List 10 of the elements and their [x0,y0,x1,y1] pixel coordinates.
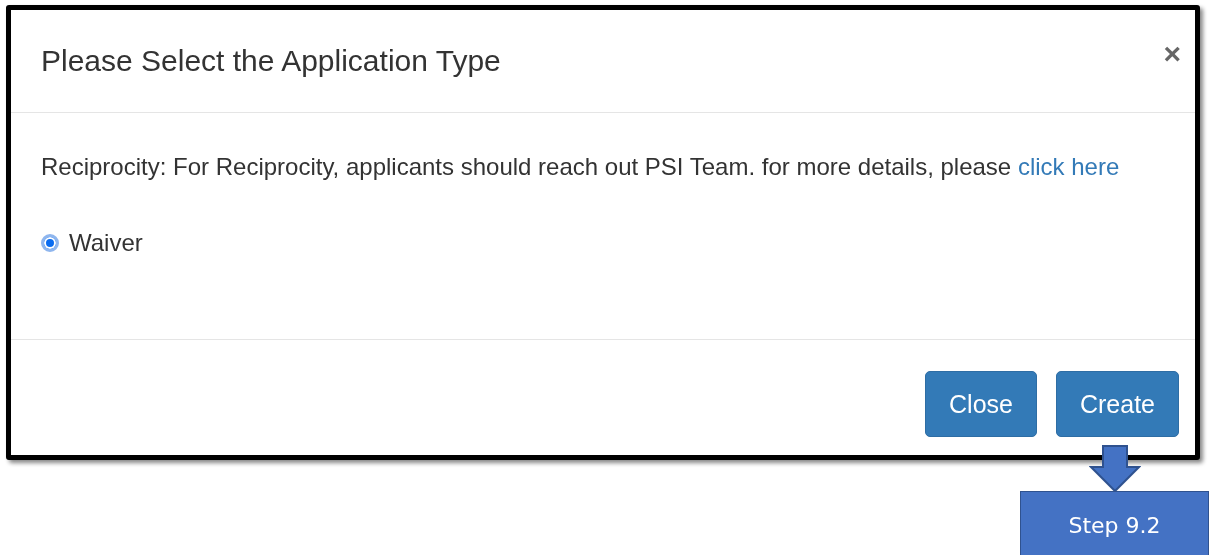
close-button[interactable]: Close [925,371,1037,437]
option-label: Waiver [69,229,143,257]
down-arrow-icon [1089,445,1141,493]
radio-button[interactable] [41,234,59,252]
message-text: Reciprocity: For Reciprocity, applicants should reach out PSI Team. for more details, please click here [41,152,1121,182]
step-callout: Step 9.2 [1020,491,1209,555]
click-here-link[interactable]: click here [1017,153,1120,180]
dialog-title: Please Select the Application Type [41,44,501,78]
close-button[interactable]: × [1163,37,1181,71]
create-button[interactable]: Create [1055,371,1179,437]
